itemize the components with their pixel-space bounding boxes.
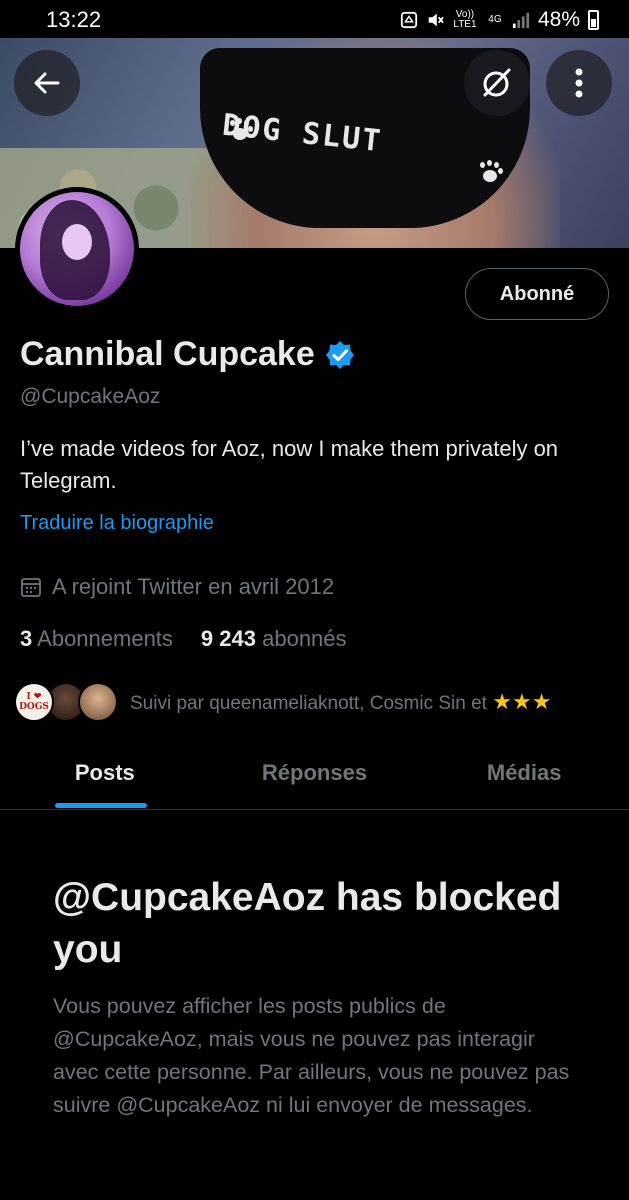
tab-media[interactable]: Médias [419, 740, 629, 809]
avatar-image [20, 192, 134, 306]
signal-icon [512, 12, 530, 29]
followers-link[interactable]: 9 243 abonnés [201, 626, 347, 652]
battery-percent: 48% [537, 8, 580, 31]
followed-by[interactable]: I ❤ DOGS Suivi par queenameliaknott, Cos… [14, 682, 551, 722]
more-button[interactable] [546, 50, 612, 116]
following-label: Abonnements [37, 626, 173, 651]
status-icons: Vo)) LTE1 4G 48% [400, 8, 599, 32]
follow-counts: 3 Abonnements 9 243 abonnés [20, 626, 347, 652]
following-button[interactable]: Abonné [465, 268, 609, 320]
more-vertical-icon [575, 68, 583, 98]
follower-avatar: I ❤ DOGS [14, 682, 54, 722]
status-bar: 13:22 Vo)) LTE1 4G 48% [0, 0, 629, 38]
display-name-row: Cannibal Cupcake [20, 335, 355, 374]
bio: I’ve made videos for Aoz, now I make the… [20, 436, 559, 493]
blocked-description: Vous pouvez afficher les posts publics d… [53, 994, 570, 1117]
tab-posts[interactable]: Posts [0, 740, 210, 809]
followers-count: 9 243 [200, 626, 256, 651]
followed-by-names: Suivi par queenameliaknott, Cosmic Sin e… [130, 693, 487, 714]
verified-badge-icon[interactable] [325, 340, 355, 370]
avatar[interactable] [15, 187, 139, 311]
join-date: A rejoint Twitter en avril 2012 [20, 574, 334, 600]
followers-label: abonnés [262, 626, 347, 651]
translate-bio-link[interactable]: Traduire la biographie [20, 512, 214, 535]
status-time: 13:22 [46, 7, 102, 32]
arrow-left-icon [34, 72, 60, 94]
volte-label: Vo)) LTE1 [453, 9, 477, 30]
following-count: 3 [20, 626, 33, 651]
handle: @CupcakeAoz [20, 385, 161, 408]
blocked-title: @CupcakeAoz has blocked you [53, 876, 562, 971]
follower-avatar-text: I ❤ DOGS [19, 692, 49, 712]
follower-avatar [78, 682, 118, 722]
network-label: 4G [488, 14, 502, 25]
grok-button[interactable] [464, 50, 530, 116]
battery-icon [588, 10, 599, 30]
join-date-text: A rejoint Twitter en avril 2012 [52, 574, 335, 599]
tab-replies[interactable]: Réponses [210, 740, 420, 809]
profile-tabs: Posts Réponses Médias [0, 740, 629, 810]
followed-by-text: Suivi par queenameliaknott, Cosmic Sin e… [130, 689, 551, 715]
recycle-icon [400, 11, 418, 29]
avatar-face [62, 224, 92, 260]
star-icons: ★★★ [492, 689, 552, 714]
following-link[interactable]: 3 Abonnements [20, 626, 173, 652]
paw-icon [478, 160, 502, 184]
active-tab-indicator [55, 803, 147, 808]
display-name: Cannibal Cupcake [20, 335, 315, 373]
calendar-icon [21, 578, 41, 597]
mute-icon [428, 13, 444, 27]
back-button[interactable] [14, 50, 80, 116]
grok-icon [483, 68, 511, 97]
